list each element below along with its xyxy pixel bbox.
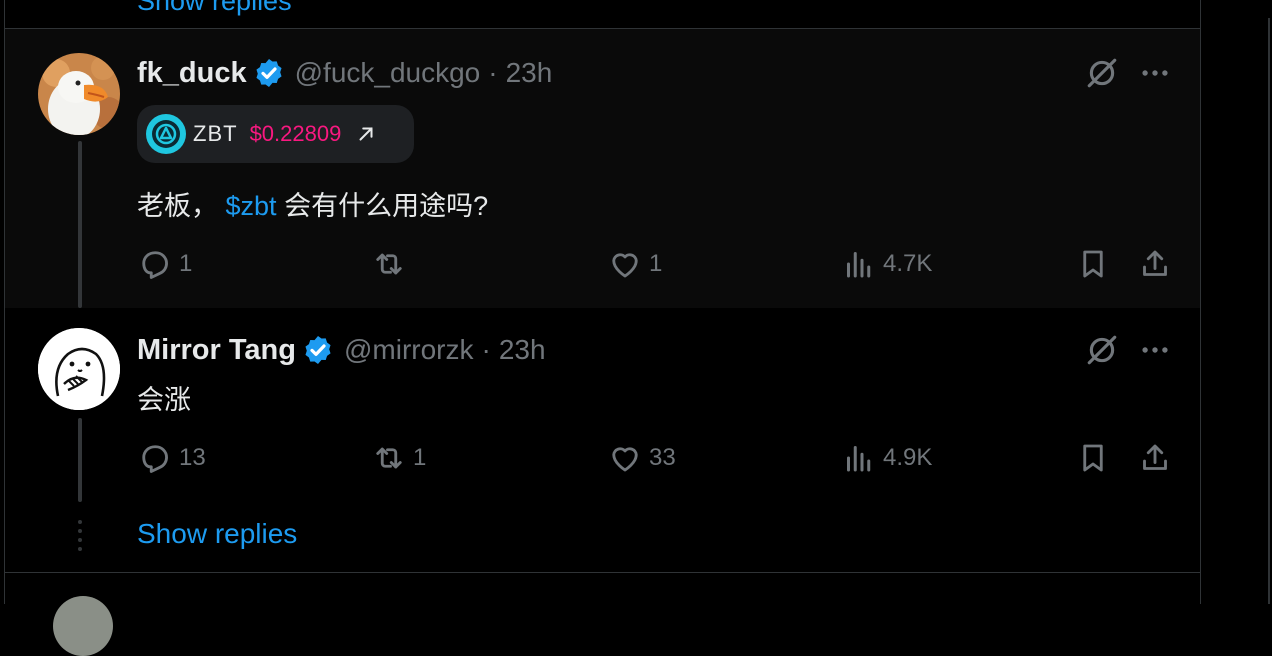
token-price-chip[interactable]: ZBT $0.22809 [137,105,414,163]
tweet-text-part: 会有什么用途吗? [284,191,489,221]
views-button[interactable]: 4.7K [841,246,932,282]
bookmark-icon [1083,444,1103,472]
heart-icon [612,447,638,472]
more-options-icon[interactable] [1138,56,1172,90]
reply-icon [142,445,168,473]
share-button[interactable] [1137,440,1173,476]
user-handle[interactable]: @fuck_duckgo [295,57,481,89]
grok-icon[interactable] [1085,333,1119,367]
show-replies-link-top[interactable]: Show replies [137,0,292,17]
thread-continuation-dots [77,520,83,556]
view-count: 4.7K [883,250,933,277]
views-button[interactable]: 4.9K [841,440,932,476]
views-icon [847,446,871,472]
avatar[interactable] [53,596,113,656]
tweet-text: 老板， $zbt 会有什么用途吗? [137,184,488,223]
bookmark-button[interactable] [1075,246,1111,282]
tweet-text: 会涨 [137,385,191,415]
display-name[interactable]: Mirror Tang [137,334,296,367]
display-name[interactable]: fk_duck [137,57,247,90]
right-rail-divider [1268,18,1270,604]
tweet-text-part: 老板， [137,191,218,221]
like-count: 1 [649,250,663,277]
retweet-icon [376,253,402,275]
timestamp[interactable]: 23h [506,57,553,89]
like-count: 33 [649,444,676,471]
reply-count: 1 [179,250,193,277]
zbt-coin-icon [146,114,186,154]
retweet-button[interactable] [371,246,413,282]
user-handle[interactable]: @mirrorzk [344,334,474,366]
bookmark-button[interactable] [1075,440,1111,476]
avatar[interactable] [38,53,120,135]
arrow-up-right-icon [359,127,373,141]
grok-icon[interactable] [1085,56,1119,90]
bookmark-icon [1083,250,1103,278]
thread-line [78,141,82,308]
thread-line [78,418,82,502]
share-button[interactable] [1137,246,1173,282]
retweet-count: 1 [413,444,427,471]
like-button[interactable]: 33 [607,440,676,476]
share-icon [1143,444,1167,470]
like-button[interactable]: 1 [607,246,662,282]
tweet-header: Mirror Tang @mirrorzk · 23h [137,330,546,370]
avatar[interactable] [38,328,120,410]
heart-icon [612,253,638,278]
timestamp[interactable]: 23h [499,334,546,366]
retweet-icon [376,447,402,469]
show-replies-link[interactable]: Show replies [137,518,297,550]
verified-badge-icon [256,59,282,87]
more-options-icon[interactable] [1138,333,1172,367]
divider [5,572,1200,573]
view-count: 4.9K [883,444,933,471]
token-price: $0.22809 [249,121,342,146]
token-ticker: ZBT [193,121,238,146]
retweet-button[interactable]: 1 [371,440,426,476]
views-icon [847,252,871,278]
verified-badge-icon [305,336,331,364]
separator-dot: · [488,57,498,88]
share-icon [1143,250,1167,276]
reply-icon [142,251,168,279]
timeline: Show replies fk_duck @fuck_duckgo · 23h … [4,0,1201,656]
separator-dot: · [481,334,491,365]
reply-button[interactable]: 1 [137,246,192,282]
tweet-fk-duck[interactable]: fk_duck @fuck_duckgo · 23h ZBT $0.22809 … [5,29,1200,308]
reply-count: 13 [179,444,206,471]
reply-button[interactable]: 13 [137,440,206,476]
tweet-header: fk_duck @fuck_duckgo · 23h [137,53,552,93]
cashtag-link[interactable]: $zbt [226,191,277,221]
